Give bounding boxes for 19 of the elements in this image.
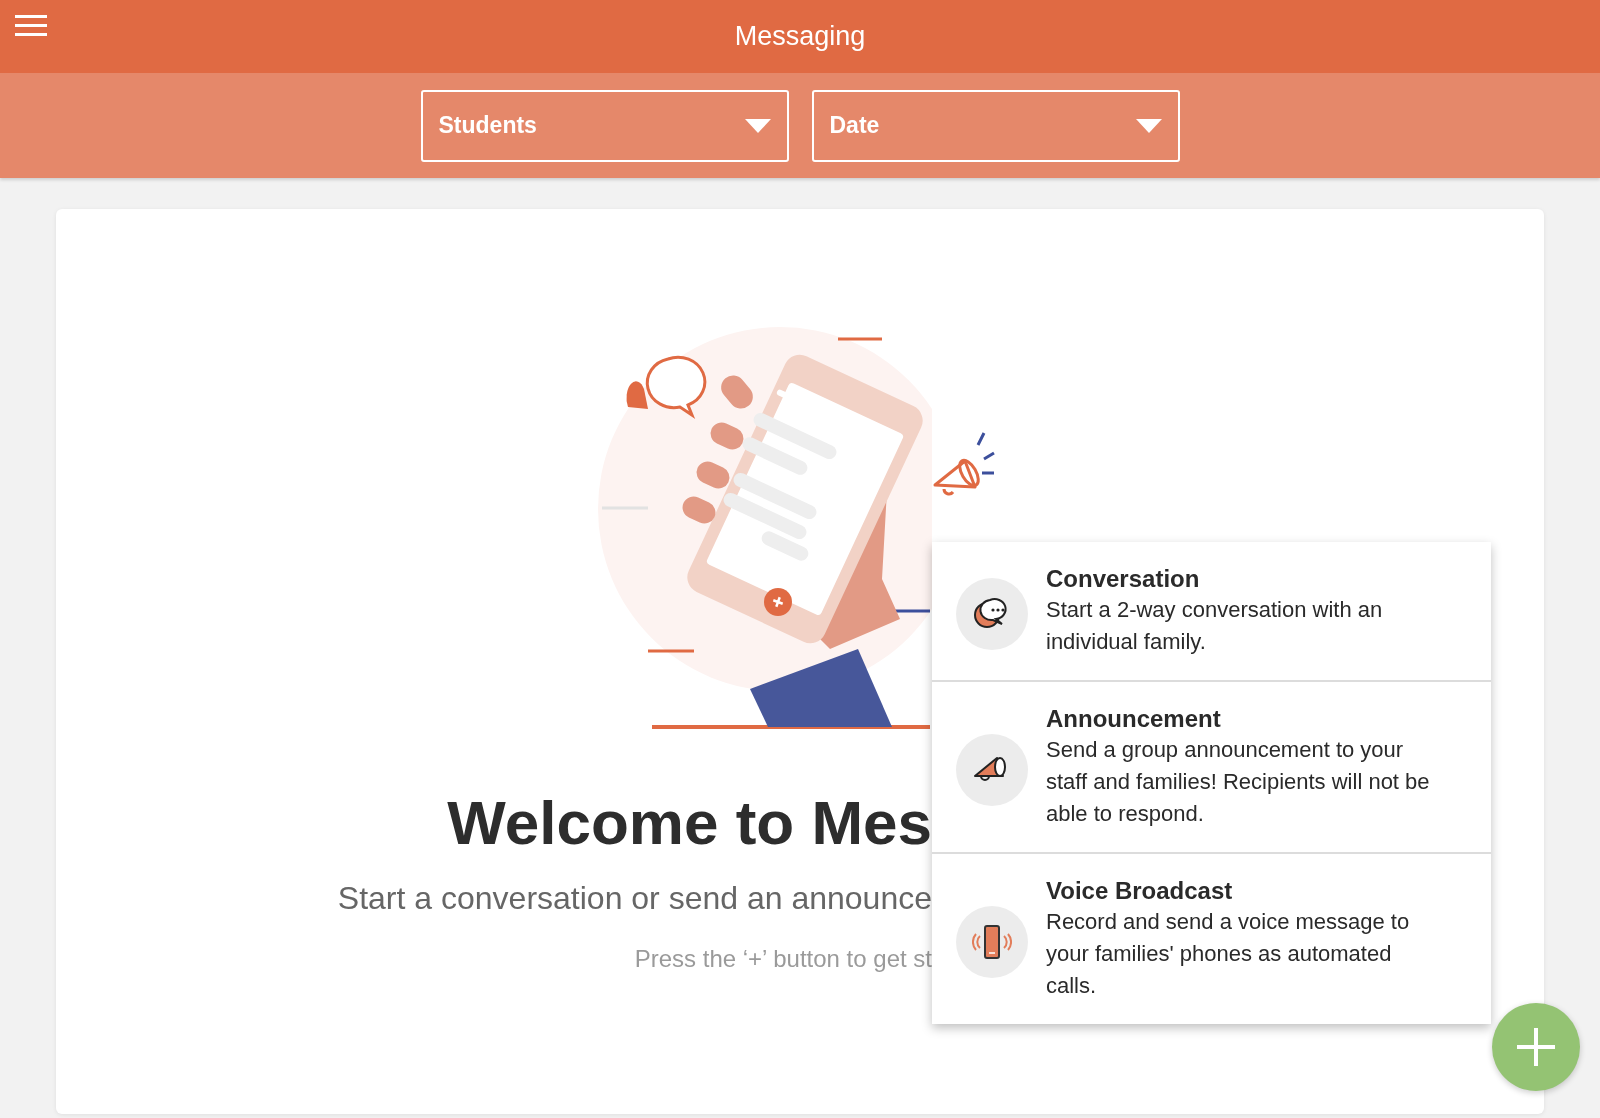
option-description: Record and send a voice message to your families' phones as automated calls.: [1046, 908, 1411, 1000]
option-description: Start a 2-way conversation with an individual family.: [1046, 596, 1384, 656]
option-description: Send a group announcement to your staff and families! Recipients will not be able to respond.: [1046, 736, 1431, 828]
welcome-title: Welcome to Mes: [447, 787, 932, 858]
dropdown-caret-icon: [744, 118, 771, 133]
option-title: Announcement: [1046, 704, 1222, 734]
dropdown-caret-icon: [1135, 118, 1162, 133]
ringing-phone-icon: [972, 924, 1012, 960]
menu-item[interactable]: Voice Broadcast Record and send a voice message to your families' phones as automated calls.: [932, 854, 1491, 1024]
option-title: Voice Broadcast: [1046, 876, 1234, 906]
option-title: Conversation: [1046, 564, 1201, 594]
plus-icon: [1517, 1028, 1555, 1066]
menu-icon: [15, 14, 47, 37]
menu-item[interactable]: Conversation Start a 2-way conversation with an individual family.: [932, 542, 1491, 682]
welcome-hint: Press the ‘+’ button to get st: [634, 945, 932, 973]
welcome-subtitle: Start a conversation or send an announce: [337, 880, 932, 917]
add-button[interactable]: [1492, 1003, 1580, 1091]
menu-item[interactable]: Announcement Send a group announcement to your staff and families! Recipients will not be able to respond.: [932, 682, 1491, 854]
page-title: Messaging: [734, 21, 866, 52]
